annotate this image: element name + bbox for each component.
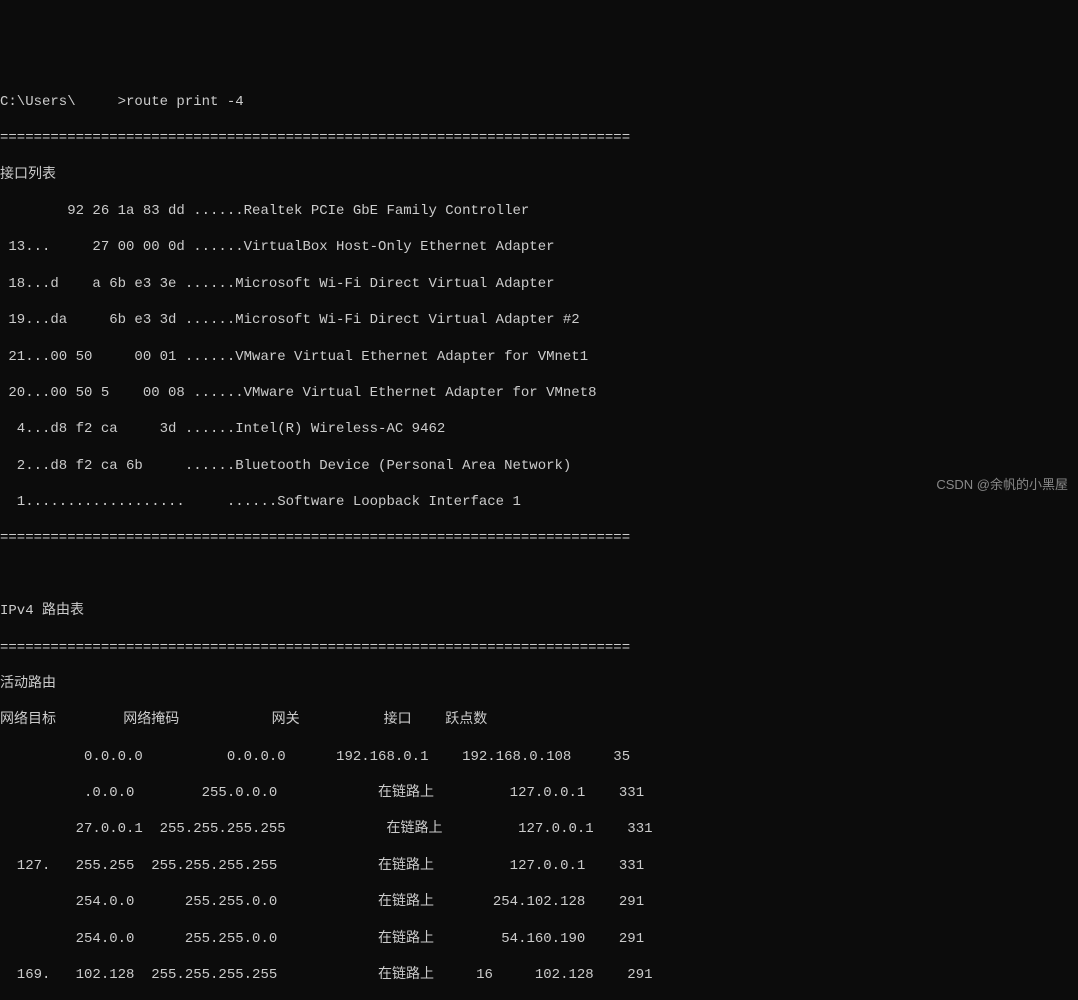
divider: ========================================… bbox=[0, 529, 1078, 547]
interface-row: 19...da 6b e3 3d ......Microsoft Wi-Fi D… bbox=[0, 311, 1078, 329]
divider: ========================================… bbox=[0, 129, 1078, 147]
route-row: 254.0.0 255.255.0.0 在链路上 254.102.128 291 bbox=[0, 893, 1078, 911]
terminal-output: C:\Users\ >route print -4 ==============… bbox=[0, 73, 1078, 1000]
route-row: 127. 255.255 255.255.255.255 在链路上 127.0.… bbox=[0, 857, 1078, 875]
interface-row: 2...d8 f2 ca 6b ......Bluetooth Device (… bbox=[0, 457, 1078, 475]
route-row: 0.0.0.0 0.0.0.0 192.168.0.1 192.168.0.10… bbox=[0, 748, 1078, 766]
divider: ========================================… bbox=[0, 639, 1078, 657]
route-row: .0.0.0 255.0.0.0 在链路上 127.0.0.1 331 bbox=[0, 784, 1078, 802]
route-row: 169. 102.128 255.255.255.255 在链路上 16 102… bbox=[0, 966, 1078, 984]
interface-row: 21...00 50 00 01 ......VMware Virtual Et… bbox=[0, 348, 1078, 366]
interface-row: 13... 27 00 00 0d ......VirtualBox Host-… bbox=[0, 238, 1078, 256]
interface-row: 20...00 50 5 00 08 ......VMware Virtual … bbox=[0, 384, 1078, 402]
watermark: CSDN @余帆的小黑屋 bbox=[936, 477, 1068, 494]
command-prompt: C:\Users\ >route print -4 bbox=[0, 93, 1078, 111]
blank-line bbox=[0, 566, 1078, 584]
active-routes-label: 活动路由 bbox=[0, 675, 1078, 693]
interface-row: 18...d a 6b e3 3e ......Microsoft Wi-Fi … bbox=[0, 275, 1078, 293]
interface-row: 1................... ......Software Loop… bbox=[0, 493, 1078, 511]
interface-row: 92 26 1a 83 dd ......Realtek PCIe GbE Fa… bbox=[0, 202, 1078, 220]
column-headers: 网络目标 网络掩码 网关 接口 跃点数 bbox=[0, 711, 1078, 729]
route-row: 254.0.0 255.255.0.0 在链路上 54.160.190 291 bbox=[0, 930, 1078, 948]
route-row: 27.0.0.1 255.255.255.255 在链路上 127.0.0.1 … bbox=[0, 820, 1078, 838]
interface-list-header: 接口列表 bbox=[0, 166, 1078, 184]
interface-row: 4...d8 f2 ca 3d ......Intel(R) Wireless-… bbox=[0, 420, 1078, 438]
ipv4-header: IPv4 路由表 bbox=[0, 602, 1078, 620]
